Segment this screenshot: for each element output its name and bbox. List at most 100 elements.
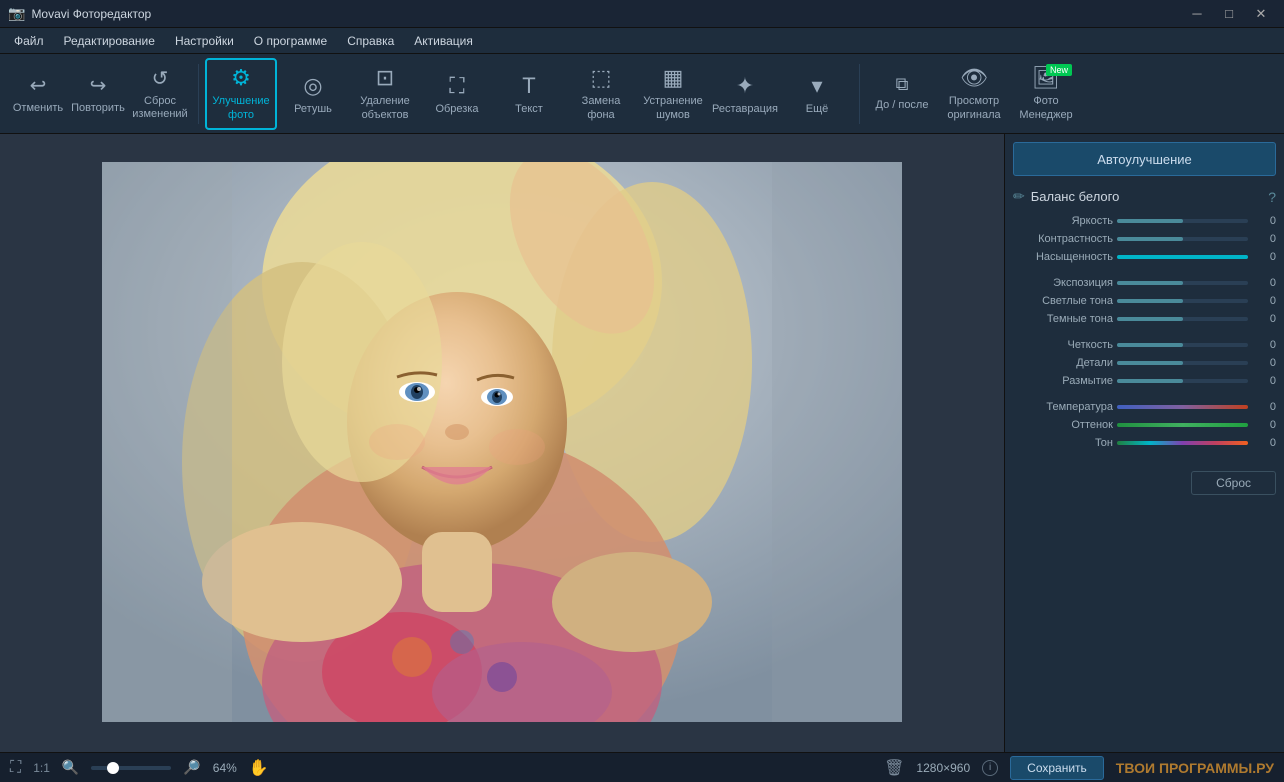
reset-area: Сброс — [1013, 471, 1276, 495]
fit-to-window-icon[interactable]: ⛶ — [10, 759, 21, 777]
drag-icon[interactable]: ✋ — [249, 758, 269, 778]
temperature-slider[interactable] — [1117, 405, 1248, 409]
menu-activate[interactable]: Активация — [404, 31, 483, 51]
before-after-icon: ⧉ — [896, 74, 909, 95]
menu-about[interactable]: О программе — [244, 31, 337, 51]
crop-button[interactable]: ⛶ Обрезка — [421, 58, 493, 130]
shadows-label: Темные тона — [1013, 313, 1113, 325]
photo-container — [102, 162, 902, 725]
details-value: 0 — [1252, 357, 1276, 369]
delete-icon[interactable]: 🗑 — [884, 758, 904, 778]
eyedropper-icon: ✏ — [1013, 188, 1025, 205]
menu-settings[interactable]: Настройки — [165, 31, 244, 51]
more-icon: ▾ — [811, 73, 822, 99]
sliders-group-4: Температура 0 Оттенок 0 Тон 0 — [1013, 401, 1276, 455]
reset-changes-button[interactable]: ↺ Сброс изменений — [128, 58, 192, 130]
text-icon: T — [522, 73, 535, 99]
enhance-icon: ⚙ — [231, 65, 251, 91]
brightness-value: 0 — [1252, 215, 1276, 227]
details-slider[interactable] — [1117, 361, 1248, 365]
clarity-row: Четкость 0 — [1013, 339, 1276, 351]
contrast-row: Контрастность 0 — [1013, 233, 1276, 245]
zoom-thumb[interactable] — [107, 762, 119, 774]
menubar: Файл Редактирование Настройки О программ… — [0, 28, 1284, 54]
exposure-row: Экспозиция 0 — [1013, 277, 1276, 289]
window-controls: ─ □ ✕ — [1182, 3, 1276, 25]
menu-file[interactable]: Файл — [4, 31, 54, 51]
main-area: Автоулучшение ✏ Баланс белого ? Яркость … — [0, 134, 1284, 752]
minimize-button[interactable]: ─ — [1182, 3, 1212, 25]
blur-slider[interactable] — [1117, 379, 1248, 383]
tone-label: Тон — [1013, 437, 1113, 449]
close-button[interactable]: ✕ — [1246, 3, 1276, 25]
restore-icon: ✦ — [736, 73, 754, 99]
replace-bg-button[interactable]: ⬚ Замена фона — [565, 58, 637, 130]
tint-label: Оттенок — [1013, 419, 1113, 431]
zoom-value: 64% — [213, 761, 237, 775]
retouch-icon: ◎ — [303, 73, 322, 99]
view-group: ⧉ До / после 👁 Просмотр оригинала New 🖼 … — [866, 58, 1082, 130]
menu-edit[interactable]: Редактирование — [54, 31, 165, 51]
tint-row: Оттенок 0 — [1013, 419, 1276, 431]
denoise-icon: ▦ — [663, 65, 684, 91]
remove-objects-button[interactable]: ⊡ Удаление объектов — [349, 58, 421, 130]
menu-help[interactable]: Справка — [337, 31, 404, 51]
separator-3 — [1013, 393, 1276, 401]
crop-icon: ⛶ — [449, 73, 464, 99]
saturation-row: Насыщенность 0 — [1013, 251, 1276, 263]
toolbar: ↩ Отменить ↪ Повторить ↺ Сброс изменений… — [0, 54, 1284, 134]
highlights-label: Светлые тона — [1013, 295, 1113, 307]
clarity-slider[interactable] — [1117, 343, 1248, 347]
brightness-row: Яркость 0 — [1013, 215, 1276, 227]
restore-button[interactable]: ✦ Реставрация — [709, 58, 781, 130]
clarity-label: Четкость — [1013, 339, 1113, 351]
app-icon: 📷 — [8, 5, 25, 22]
saturation-slider[interactable] — [1117, 255, 1248, 259]
ratio-label[interactable]: 1:1 — [33, 761, 50, 775]
reset-button[interactable]: Сброс — [1191, 471, 1276, 495]
zoom-out-icon[interactable]: 🔍 — [62, 759, 79, 776]
sliders-group-2: Экспозиция 0 Светлые тона 0 Темные тона … — [1013, 277, 1276, 331]
exposure-value: 0 — [1252, 277, 1276, 289]
tint-slider[interactable] — [1117, 423, 1248, 427]
brightness-label: Яркость — [1013, 215, 1113, 227]
tone-slider[interactable] — [1117, 441, 1248, 445]
photo-manager-button[interactable]: New 🖼 Фото Менеджер — [1010, 58, 1082, 130]
image-dimensions: 1280×960 — [916, 761, 970, 775]
canvas-area[interactable] — [0, 134, 1004, 752]
maximize-button[interactable]: □ — [1214, 3, 1244, 25]
shadows-value: 0 — [1252, 313, 1276, 325]
tools-group: ⚙ Улучшение фото ◎ Ретушь ⊡ Удаление объ… — [205, 58, 853, 130]
temperature-label: Температура — [1013, 401, 1113, 413]
view-original-button[interactable]: 👁 Просмотр оригинала — [938, 58, 1010, 130]
save-button[interactable]: Сохранить — [1010, 756, 1104, 780]
redo-icon: ↪ — [90, 73, 107, 98]
enhance-button[interactable]: ⚙ Улучшение фото — [205, 58, 277, 130]
undo-button[interactable]: ↩ Отменить — [8, 58, 68, 130]
replace-bg-icon: ⬚ — [591, 65, 612, 91]
retouch-button[interactable]: ◎ Ретушь — [277, 58, 349, 130]
app-title: Movavi Фоторедактор — [31, 7, 1182, 21]
help-button[interactable]: ? — [1268, 189, 1276, 205]
shadows-slider[interactable] — [1117, 317, 1248, 321]
exposure-slider[interactable] — [1117, 281, 1248, 285]
denoise-button[interactable]: ▦ Устранение шумов — [637, 58, 709, 130]
contrast-slider[interactable] — [1117, 237, 1248, 241]
auto-enhance-button[interactable]: Автоулучшение — [1013, 142, 1276, 176]
more-button[interactable]: ▾ Ещё — [781, 58, 853, 130]
zoom-slider[interactable] — [91, 766, 171, 770]
zoom-in-icon[interactable]: 🔎 — [183, 759, 200, 776]
highlights-slider[interactable] — [1117, 299, 1248, 303]
blur-value: 0 — [1252, 375, 1276, 387]
toolbar-separator-1 — [198, 64, 199, 124]
statusbar: ⛶ 1:1 🔍 🔎 64% ✋ 🗑 1280×960 i Сохранить Т… — [0, 752, 1284, 782]
info-icon[interactable]: i — [982, 760, 998, 776]
text-button[interactable]: T Текст — [493, 58, 565, 130]
redo-button[interactable]: ↪ Повторить — [68, 58, 128, 130]
brightness-slider[interactable] — [1117, 219, 1248, 223]
right-panel: Автоулучшение ✏ Баланс белого ? Яркость … — [1004, 134, 1284, 752]
photo-canvas — [102, 162, 902, 722]
details-row: Детали 0 — [1013, 357, 1276, 369]
before-after-button[interactable]: ⧉ До / после — [866, 58, 938, 130]
separator-1 — [1013, 269, 1276, 277]
